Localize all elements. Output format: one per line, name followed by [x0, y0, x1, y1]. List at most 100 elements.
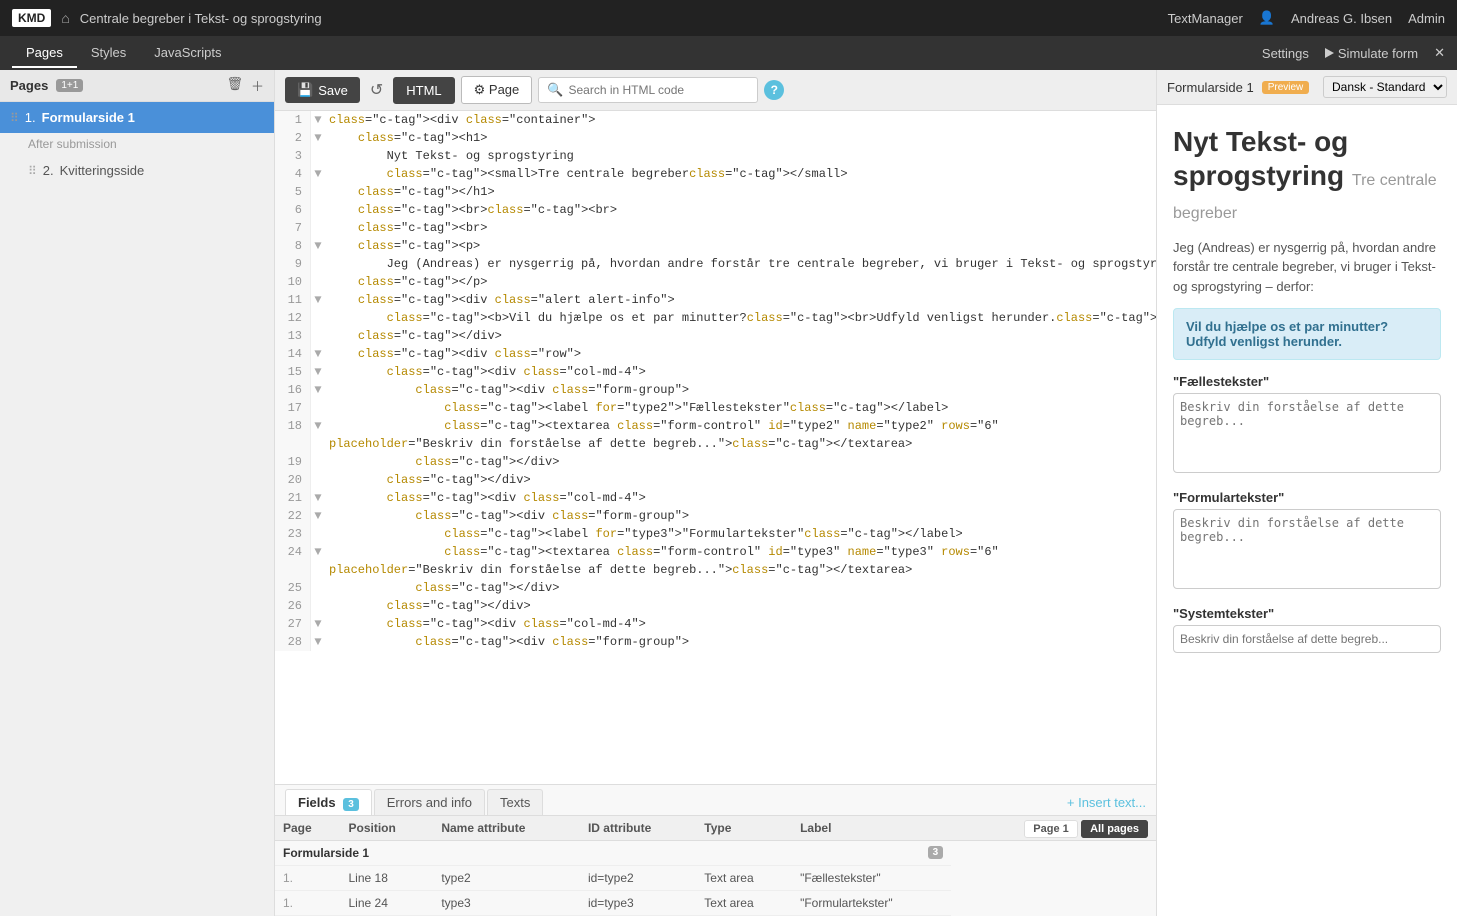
line-toggle[interactable]: ▼: [311, 417, 325, 435]
code-line[interactable]: 24▼ class="c-tag"><textarea class="form-…: [275, 543, 1156, 561]
line-number: 10: [275, 273, 311, 291]
code-line[interactable]: 8▼ class="c-tag"><p>: [275, 237, 1156, 255]
sidebar-item-page2[interactable]: ⠿ 2. Kvitteringsside: [0, 155, 274, 186]
search-input[interactable]: [568, 83, 749, 97]
code-line[interactable]: placeholder="Beskriv din forståelse af d…: [275, 435, 1156, 453]
simulate-form-btn[interactable]: Simulate form: [1325, 46, 1418, 61]
code-line[interactable]: 10 class="c-tag"></p>: [275, 273, 1156, 291]
trash-icon[interactable]: 🗑: [226, 76, 243, 95]
code-line[interactable]: 26 class="c-tag"></div>: [275, 597, 1156, 615]
add-page-icon[interactable]: ＋: [251, 76, 264, 95]
code-line[interactable]: 21▼ class="c-tag"><div class="col-md-4">: [275, 489, 1156, 507]
code-line[interactable]: 19 class="c-tag"></div>: [275, 453, 1156, 471]
code-editor[interactable]: 1▼class="c-tag"><div class="container">2…: [275, 111, 1156, 784]
preview-textarea-2[interactable]: [1173, 509, 1441, 589]
code-line[interactable]: 18▼ class="c-tag"><textarea class="form-…: [275, 417, 1156, 435]
code-line[interactable]: 11▼ class="c-tag"><div class="alert aler…: [275, 291, 1156, 309]
line-toggle[interactable]: ▼: [311, 381, 325, 399]
line-toggle[interactable]: [311, 327, 325, 345]
line-toggle[interactable]: [311, 219, 325, 237]
line-toggle[interactable]: [311, 471, 325, 489]
line-toggle[interactable]: [311, 183, 325, 201]
preview-lang[interactable]: Dansk - Standard: [1323, 76, 1447, 98]
line-number: 26: [275, 597, 311, 615]
line-content: class="c-tag"></div>: [325, 471, 531, 489]
tab-texts[interactable]: Texts: [487, 789, 543, 815]
textmanager-link[interactable]: TextManager: [1168, 11, 1243, 26]
code-line[interactable]: 1▼class="c-tag"><div class="container">: [275, 111, 1156, 129]
line-toggle[interactable]: ▼: [311, 507, 325, 525]
sidebar-item-page1[interactable]: ⠿ 1. Formularside 1: [0, 102, 274, 133]
preview-textarea-1[interactable]: [1173, 393, 1441, 473]
line-toggle[interactable]: [311, 561, 325, 579]
home-icon[interactable]: ⌂: [61, 10, 69, 26]
tab-javascripts[interactable]: JavaScripts: [140, 39, 235, 68]
user-name[interactable]: Andreas G. Ibsen: [1291, 11, 1392, 26]
line-content: class="c-tag"></div>: [325, 453, 559, 471]
line-content: class="c-tag"><div class="col-md-4">: [325, 363, 646, 381]
code-line[interactable]: 25 class="c-tag"></div>: [275, 579, 1156, 597]
code-line[interactable]: placeholder="Beskriv din forståelse af d…: [275, 561, 1156, 579]
refresh-button[interactable]: ↺: [366, 76, 387, 104]
line-toggle[interactable]: ▼: [311, 489, 325, 507]
language-select[interactable]: Dansk - Standard: [1323, 76, 1447, 98]
line-toggle[interactable]: ▼: [311, 165, 325, 183]
code-line[interactable]: 22▼ class="c-tag"><div class="form-group…: [275, 507, 1156, 525]
tab-pages[interactable]: Pages: [12, 39, 77, 68]
code-line[interactable]: 3 Nyt Tekst- og sprogstyring: [275, 147, 1156, 165]
line-toggle[interactable]: ▼: [311, 615, 325, 633]
line-toggle[interactable]: [311, 525, 325, 543]
line-content: class="c-tag"><div class="col-md-4">: [325, 489, 646, 507]
line-toggle[interactable]: ▼: [311, 543, 325, 561]
line-toggle[interactable]: [311, 597, 325, 615]
code-line[interactable]: 7 class="c-tag"><br>: [275, 219, 1156, 237]
line-toggle[interactable]: [311, 273, 325, 291]
code-line[interactable]: 2▼ class="c-tag"><h1>: [275, 129, 1156, 147]
code-line[interactable]: 4▼ class="c-tag"><small>Tre centrale beg…: [275, 165, 1156, 183]
tab-fields[interactable]: Fields 3: [285, 789, 372, 815]
settings-link[interactable]: Settings: [1262, 46, 1309, 61]
html-tab-btn[interactable]: HTML: [393, 77, 454, 104]
code-line[interactable]: 17 class="c-tag"><label for="type2">"Fæl…: [275, 399, 1156, 417]
line-toggle[interactable]: ▼: [311, 345, 325, 363]
line-toggle[interactable]: [311, 453, 325, 471]
line-toggle[interactable]: ▼: [311, 111, 325, 129]
code-line[interactable]: 23 class="c-tag"><label for="type3">"For…: [275, 525, 1156, 543]
page-filter-page1[interactable]: Page 1: [1024, 820, 1077, 838]
code-line[interactable]: 5 class="c-tag"></h1>: [275, 183, 1156, 201]
close-icon[interactable]: ✕: [1434, 45, 1445, 61]
line-toggle[interactable]: [311, 147, 325, 165]
code-line[interactable]: 28▼ class="c-tag"><div class="form-group…: [275, 633, 1156, 651]
code-line[interactable]: 14▼ class="c-tag"><div class="row">: [275, 345, 1156, 363]
code-line[interactable]: 16▼ class="c-tag"><div class="form-group…: [275, 381, 1156, 399]
sidebar-icons: 🗑 ＋: [226, 76, 264, 95]
admin-link[interactable]: Admin: [1408, 11, 1445, 26]
line-toggle[interactable]: [311, 579, 325, 597]
tab-styles[interactable]: Styles: [77, 39, 140, 68]
insert-text-btn[interactable]: + Insert text...: [1067, 795, 1146, 810]
code-line[interactable]: 27▼ class="c-tag"><div class="col-md-4">: [275, 615, 1156, 633]
line-toggle[interactable]: ▼: [311, 237, 325, 255]
line-toggle[interactable]: ▼: [311, 363, 325, 381]
code-line[interactable]: 13 class="c-tag"></div>: [275, 327, 1156, 345]
preview-input-systemtekster[interactable]: [1173, 625, 1441, 653]
line-toggle[interactable]: ▼: [311, 291, 325, 309]
code-line[interactable]: 6 class="c-tag"><br>class="c-tag"><br>: [275, 201, 1156, 219]
page-tab-btn[interactable]: ⚙ Page: [461, 76, 533, 104]
search-box[interactable]: 🔍: [538, 77, 758, 103]
line-toggle[interactable]: [311, 435, 325, 453]
help-icon[interactable]: ?: [764, 80, 784, 100]
save-button[interactable]: 💾 Save: [285, 77, 360, 103]
line-toggle[interactable]: [311, 255, 325, 273]
line-toggle[interactable]: [311, 399, 325, 417]
line-toggle[interactable]: [311, 201, 325, 219]
tab-errors[interactable]: Errors and info: [374, 789, 485, 815]
page-filter-all[interactable]: All pages: [1081, 820, 1148, 838]
line-toggle[interactable]: [311, 309, 325, 327]
code-line[interactable]: 20 class="c-tag"></div>: [275, 471, 1156, 489]
code-line[interactable]: 12 class="c-tag"><b>Vil du hjælpe os et …: [275, 309, 1156, 327]
line-toggle[interactable]: ▼: [311, 129, 325, 147]
code-line[interactable]: 15▼ class="c-tag"><div class="col-md-4">: [275, 363, 1156, 381]
code-line[interactable]: 9 Jeg (Andreas) er nysgerrig på, hvordan…: [275, 255, 1156, 273]
line-toggle[interactable]: ▼: [311, 633, 325, 651]
